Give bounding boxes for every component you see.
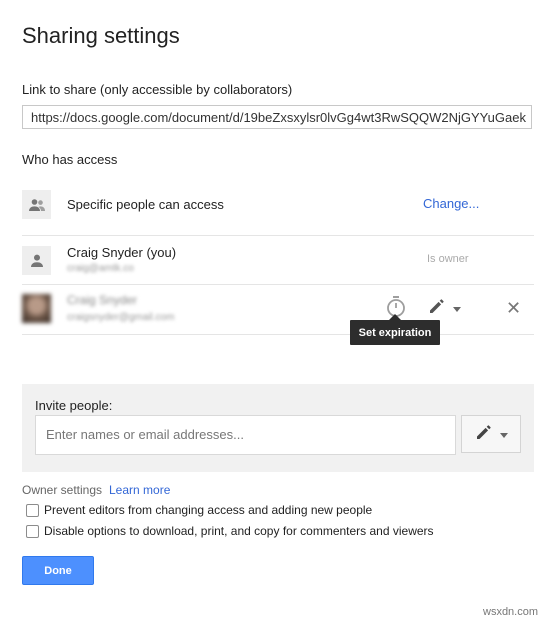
permission-dropdown[interactable] <box>428 297 472 319</box>
owner-role: Is owner <box>427 253 469 265</box>
disable-download-checkbox[interactable] <box>26 524 39 538</box>
pencil-icon <box>428 297 446 320</box>
watermark: wsxdn.com <box>483 606 539 618</box>
caret-down-icon <box>499 425 508 443</box>
invite-panel: Invite people: Enter names or email addr… <box>22 384 534 472</box>
set-expiration-tooltip: Set expiration <box>350 320 440 345</box>
prevent-editors-label: Prevent editors from changing access and… <box>44 503 373 517</box>
share-link-field[interactable]: https://docs.google.com/document/d/19beZ… <box>22 105 532 129</box>
person-icon <box>22 246 51 275</box>
collaborator-avatar <box>22 294 51 323</box>
collaborator-row: Craig Snyder craigsnyder@gmail.com ✕ <box>22 285 534 335</box>
people-icon <box>22 190 51 219</box>
invite-label: Invite people: <box>35 398 113 413</box>
close-icon[interactable]: ✕ <box>506 298 521 318</box>
dialog-title: Sharing settings <box>22 23 180 48</box>
who-has-access-heading: Who has access <box>22 152 118 167</box>
collaborator-email: craigsnyder@gmail.com <box>67 312 175 323</box>
general-access-label: Specific people can access <box>67 197 224 212</box>
owner-name: Craig Snyder (you) <box>67 245 177 260</box>
prevent-editors-option[interactable]: Prevent editors from changing access and… <box>26 503 372 517</box>
caret-down-icon <box>453 299 461 317</box>
pencil-icon <box>475 423 493 446</box>
done-button[interactable]: Done <box>22 556 94 585</box>
link-label: Link to share (only accessible by collab… <box>22 82 293 97</box>
invite-input[interactable]: Enter names or email addresses... <box>35 415 456 455</box>
change-access-link[interactable]: Change... <box>423 196 479 211</box>
invite-permission-dropdown[interactable] <box>461 415 521 453</box>
disable-download-option[interactable]: Disable options to download, print, and … <box>26 524 434 538</box>
owner-settings-label: Owner settings <box>22 483 103 497</box>
general-access-row: Specific people can access Change... <box>22 180 534 236</box>
owner-email: craig@amtk.co <box>67 263 134 274</box>
disable-download-label: Disable options to download, print, and … <box>44 524 434 538</box>
learn-more-link[interactable]: Learn more <box>109 483 170 497</box>
collaborator-name: Craig Snyder <box>67 293 138 307</box>
prevent-editors-checkbox[interactable] <box>26 503 39 517</box>
owner-row: Craig Snyder (you) craig@amtk.co Is owne… <box>22 236 534 285</box>
